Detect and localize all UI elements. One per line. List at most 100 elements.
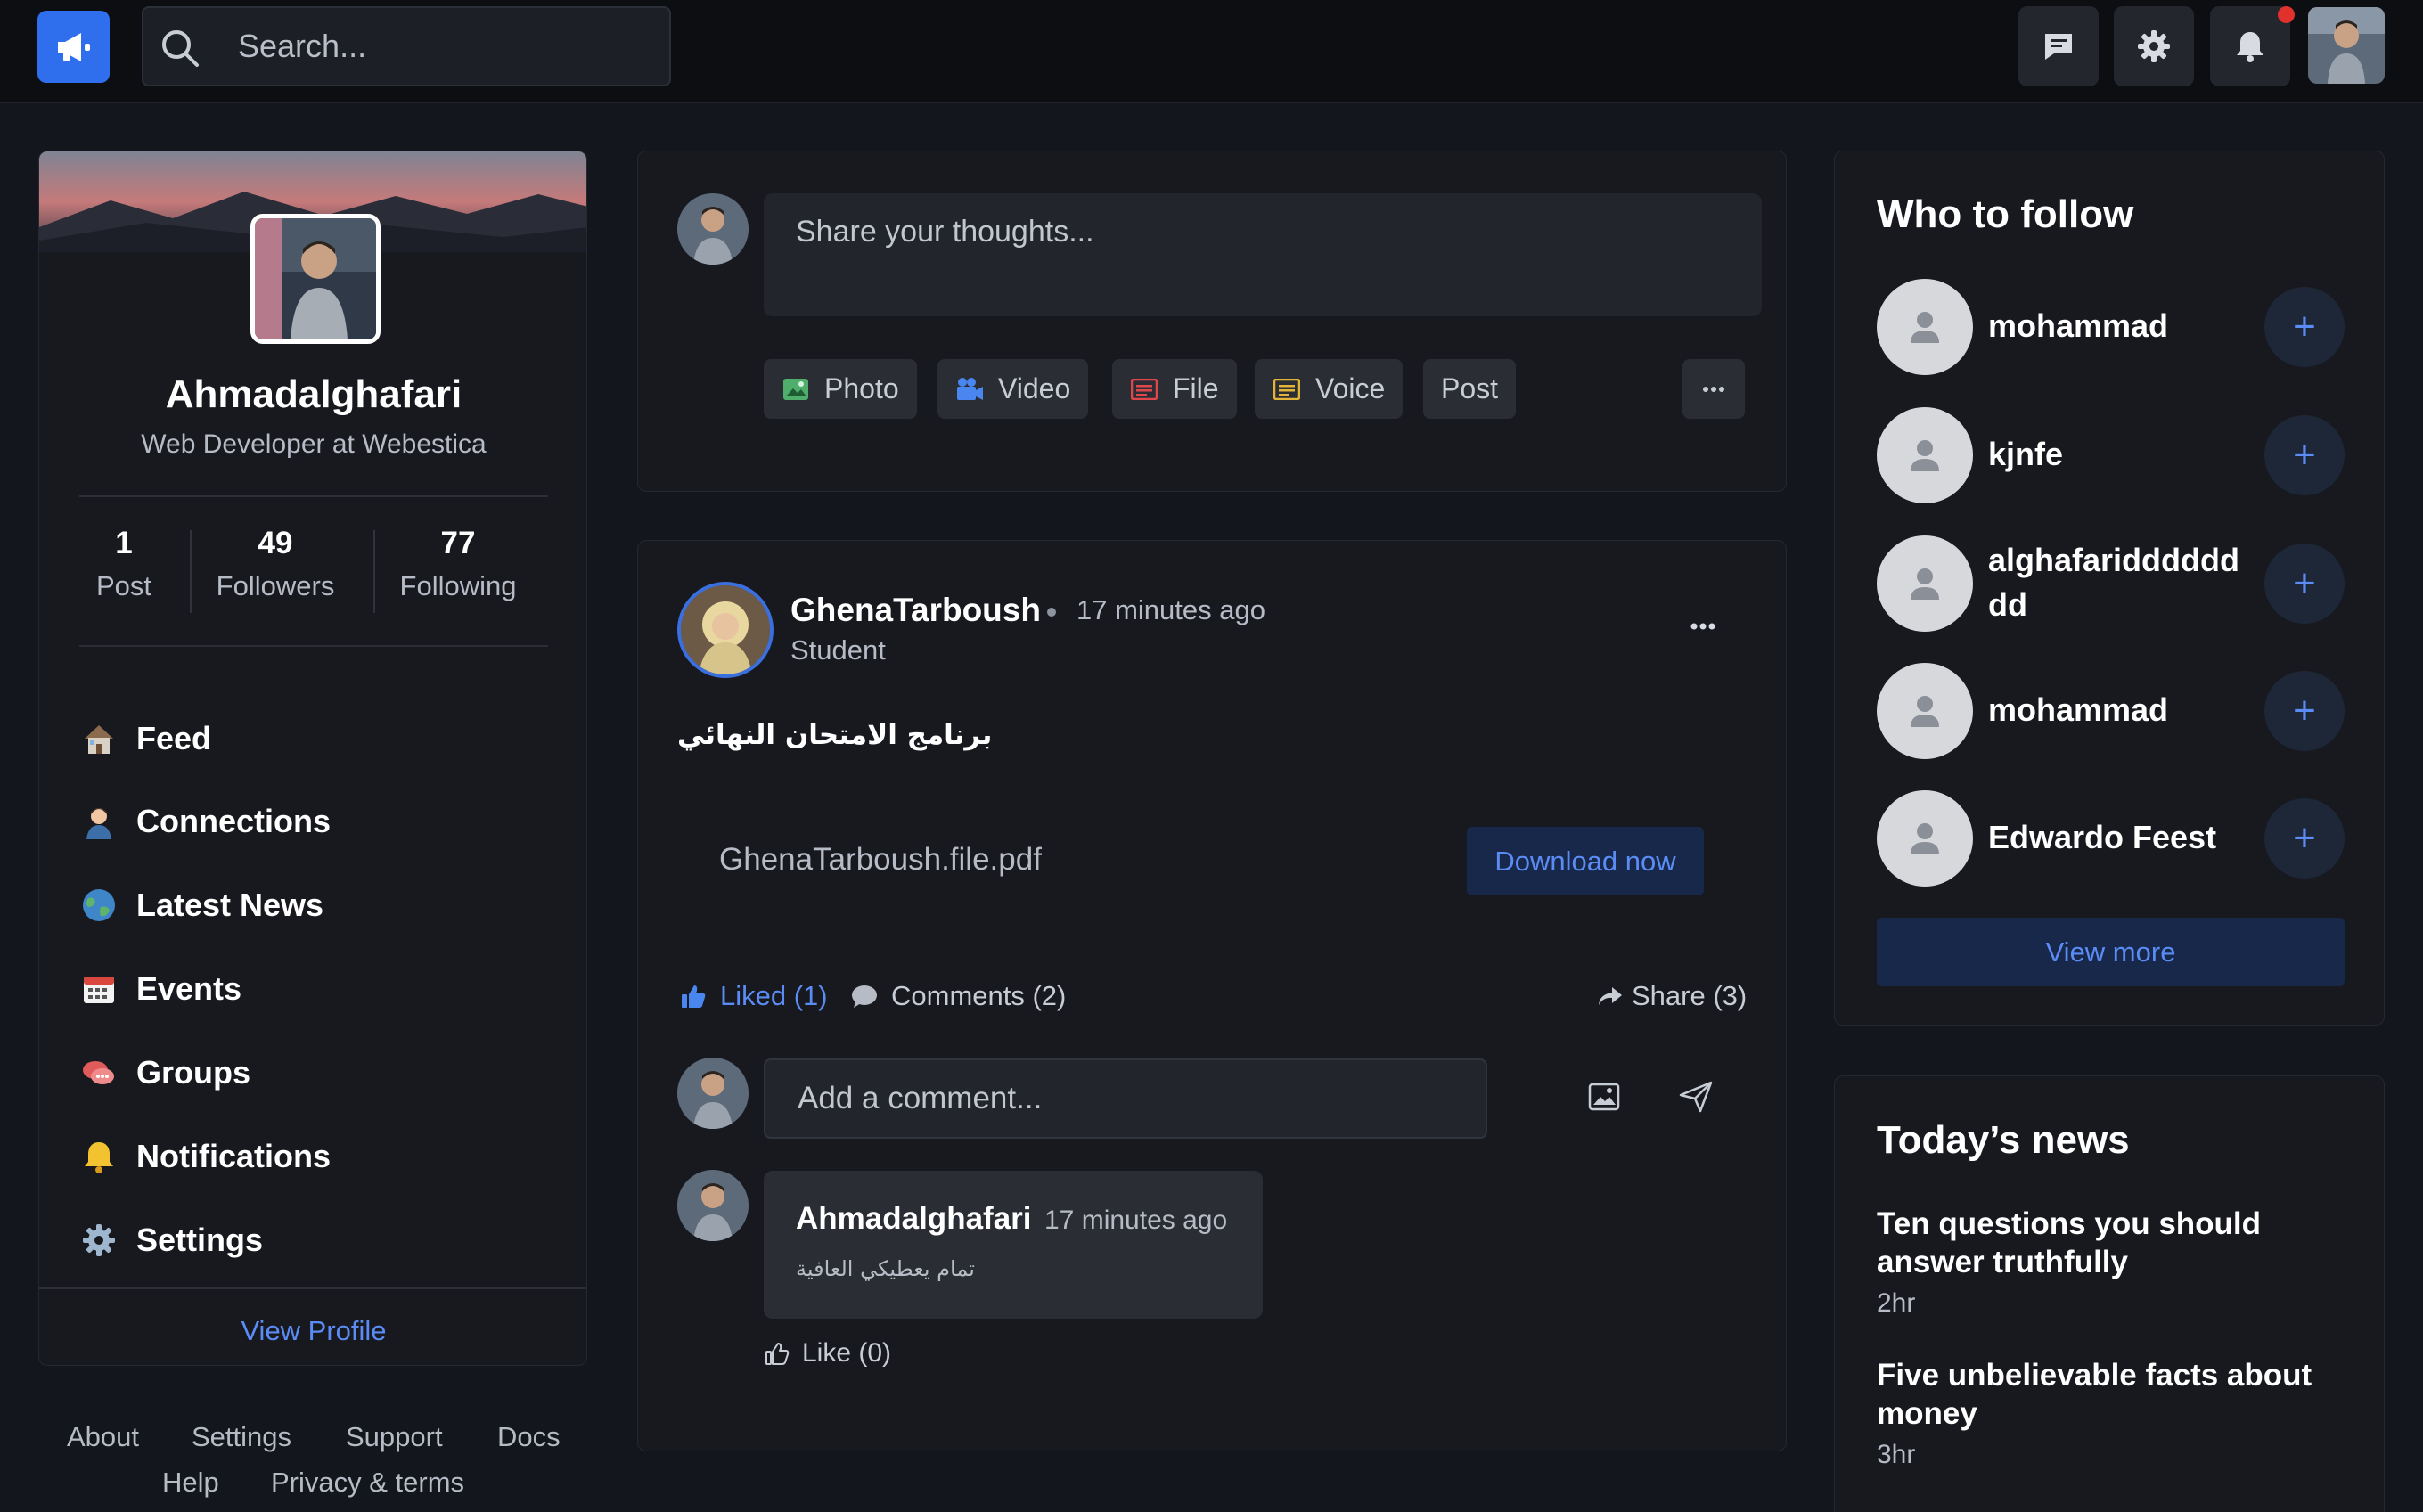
comment-input[interactable] <box>764 1058 1487 1139</box>
news-item-title[interactable]: Ten questions you should answer truthful… <box>1877 1205 2340 1281</box>
post-author-name[interactable]: GhenaTarboush <box>790 592 1041 629</box>
image-icon <box>1588 1083 1620 1111</box>
stat-label: Followers <box>216 570 335 601</box>
follow-name[interactable]: alghafaridddddd dd <box>1988 538 2247 627</box>
divider <box>39 1287 586 1289</box>
follow-avatar[interactable] <box>1877 279 1973 375</box>
comment-like-button[interactable]: Like (0) <box>765 1338 891 1369</box>
user-placeholder-icon <box>1911 568 1939 600</box>
divider <box>79 645 548 647</box>
follow-name[interactable]: mohammad <box>1988 688 2247 732</box>
view-profile-link[interactable]: View Profile <box>39 1315 586 1347</box>
sidebar-item-label: Events <box>136 970 242 1007</box>
stat-label: Following <box>399 570 517 601</box>
chat-icon <box>2045 34 2072 60</box>
follow-avatar[interactable] <box>1877 535 1973 632</box>
like-count-label: Liked (1) <box>720 980 828 1011</box>
footer-link-privacy[interactable]: Privacy & terms <box>271 1467 464 1499</box>
stat-posts[interactable]: 1 Post <box>39 526 209 602</box>
follow-name[interactable]: mohammad <box>1988 304 2247 348</box>
photo-button[interactable]: Photo <box>764 359 917 419</box>
sidebar-item-settings[interactable]: Settings <box>79 1214 263 1267</box>
follow-avatar[interactable] <box>1877 790 1973 887</box>
image-icon <box>782 375 810 404</box>
news-item-age: 3hr <box>1877 1440 1916 1469</box>
sidebar-item-latest-news[interactable]: Latest News <box>79 879 323 932</box>
stat-value: 77 <box>440 526 476 560</box>
file-button[interactable]: File <box>1112 359 1237 419</box>
messages-button[interactable] <box>2018 6 2099 86</box>
app-logo[interactable] <box>37 11 110 83</box>
user-avatar[interactable] <box>2308 7 2385 84</box>
sidebar-item-events[interactable]: Events <box>79 962 241 1016</box>
stat-followers[interactable]: 49 Followers <box>191 526 360 602</box>
follow-name[interactable]: kjnfe <box>1988 432 2247 477</box>
divider <box>79 495 548 497</box>
footer-link-docs[interactable]: Docs <box>497 1421 561 1453</box>
bell-icon <box>79 1137 119 1176</box>
sidebar-item-feed[interactable]: Feed <box>79 712 211 765</box>
stat-following[interactable]: 77 Following <box>373 526 543 602</box>
comment-author-avatar[interactable] <box>677 1170 749 1241</box>
globe-icon <box>79 886 119 925</box>
search-input[interactable] <box>238 24 648 69</box>
plus-icon: + <box>2293 305 2316 348</box>
plus-icon: + <box>2293 433 2316 477</box>
stat-value: 49 <box>258 526 293 560</box>
attach-image-button[interactable] <box>1588 1083 1620 1116</box>
profile-name: Ahmadalghafari <box>165 372 462 416</box>
photo-label: Photo <box>824 372 899 405</box>
notification-badge <box>2278 6 2295 23</box>
view-more-button[interactable]: View more <box>1877 918 2345 986</box>
follow-button[interactable]: + <box>2264 287 2345 367</box>
megaphone-icon <box>57 32 90 61</box>
profile-picture[interactable] <box>250 214 381 344</box>
video-button[interactable]: Video <box>937 359 1089 419</box>
news-item-title[interactable]: Five unbelievable facts about money <box>1877 1356 2340 1433</box>
comment-author-name[interactable]: Ahmadalghafari <box>796 1201 1032 1237</box>
follow-button[interactable]: + <box>2264 671 2345 751</box>
follow-button[interactable]: + <box>2264 415 2345 495</box>
follow-name[interactable]: Edwardo Feest <box>1988 815 2247 860</box>
search-bar[interactable] <box>142 6 671 86</box>
download-button[interactable]: Download now <box>1467 827 1704 895</box>
sidebar-item-label: Groups <box>136 1054 251 1091</box>
ellipsis-icon <box>1703 386 1724 392</box>
gear-icon <box>79 1221 119 1260</box>
post-author-avatar[interactable] <box>677 582 774 678</box>
follow-avatar[interactable] <box>1877 663 1973 759</box>
share-arrow-icon <box>1596 982 1625 1010</box>
ellipsis-icon <box>1690 623 1715 630</box>
follow-avatar[interactable] <box>1877 407 1973 503</box>
news-heading: Today’s news <box>1877 1118 2130 1162</box>
sidebar-item-groups[interactable]: Groups <box>79 1046 250 1099</box>
post-button[interactable]: Post <box>1423 359 1517 419</box>
footer-link-support[interactable]: Support <box>346 1421 443 1453</box>
post-author-role: Student <box>790 634 886 666</box>
settings-button[interactable] <box>2114 6 2194 86</box>
user-placeholder-icon <box>1911 696 1939 727</box>
footer-link-about[interactable]: About <box>67 1421 139 1453</box>
post-options-button[interactable] <box>1690 619 1716 635</box>
video-label: Video <box>998 372 1071 405</box>
chat-bubbles-icon <box>79 1053 119 1092</box>
sidebar-item-label: Notifications <box>136 1138 332 1174</box>
gear-icon <box>2138 30 2170 62</box>
sidebar-item-connections[interactable]: Connections <box>79 795 331 848</box>
footer-link-help[interactable]: Help <box>162 1467 219 1499</box>
footer-link-settings[interactable]: Settings <box>192 1421 291 1453</box>
like-button[interactable]: Liked (1) <box>679 980 828 1012</box>
voice-button[interactable]: Voice <box>1255 359 1404 419</box>
comments-count-label: Comments (2) <box>891 980 1067 1011</box>
file-label: File <box>1173 372 1219 405</box>
send-comment-button[interactable] <box>1679 1081 1713 1117</box>
follow-button[interactable]: + <box>2264 544 2345 624</box>
composer-more-button[interactable] <box>1682 359 1745 419</box>
follow-button[interactable]: + <box>2264 798 2345 879</box>
separator-dot <box>1047 608 1056 617</box>
plus-icon: + <box>2293 689 2316 732</box>
share-thoughts-input[interactable] <box>764 193 1762 316</box>
comments-button[interactable]: Comments (2) <box>850 980 1066 1012</box>
sidebar-item-notifications[interactable]: Notifications <box>79 1130 331 1183</box>
share-button[interactable]: Share (3) <box>1596 980 1747 1012</box>
